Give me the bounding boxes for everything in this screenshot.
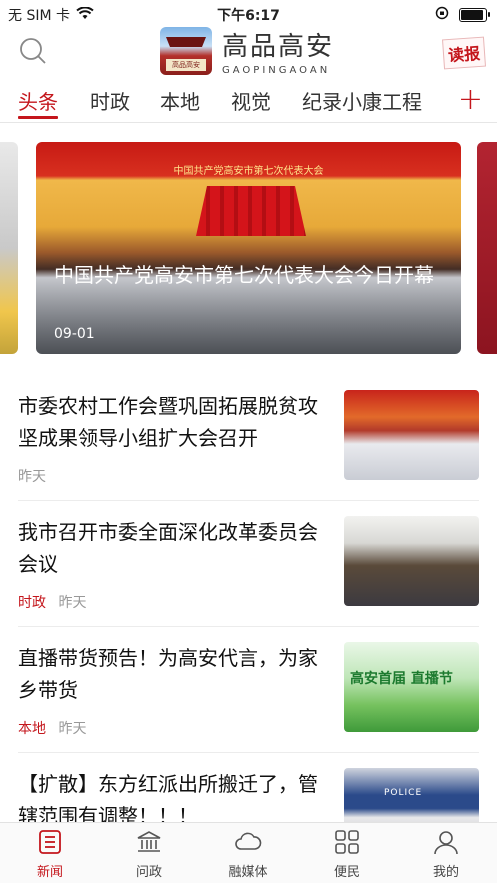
tabbar-mine[interactable]: 我的 <box>406 829 486 880</box>
tab-record-xiaokang[interactable]: 纪录小康工程 <box>302 86 422 115</box>
logo-plaque: 高品高安 <box>166 59 206 71</box>
tabbar-label: 新闻 <box>36 865 63 880</box>
app-title: 高品高安 <box>222 32 335 62</box>
news-meta: 昨天 <box>18 466 46 486</box>
news-item[interactable]: 我市召开市委全面深化改革委员会会议 时政 昨天 <box>18 500 479 627</box>
news-icon <box>37 830 63 859</box>
news-title: 直播带货预告！为高安代言，为家乡带货 <box>18 646 318 702</box>
tab-visual[interactable]: 视觉 <box>231 86 271 115</box>
news-thumbnail <box>344 390 479 480</box>
carousel-banner-text: 中国共产党高安市第七次代表大会 <box>173 166 324 177</box>
carousel-main-card[interactable]: 中国共产党高安市第七次代表大会 中国共产党高安市第七次代表大会今日开幕 09-0… <box>36 142 461 354</box>
news-thumbnail <box>344 516 479 606</box>
active-tab-indicator <box>18 116 58 119</box>
news-title: 市委农村工作会暨巩固拓展脱贫攻坚成果领导小组扩大会召开 <box>18 394 318 450</box>
cloud-icon <box>234 832 262 859</box>
add-tab-icon[interactable]: + <box>458 82 483 117</box>
news-item[interactable]: 市委农村工作会暨巩固拓展脱贫攻坚成果领导小组扩大会召开 昨天 <box>18 374 479 501</box>
red-flags-image <box>196 186 306 236</box>
tabbar-inquiry[interactable]: 问政 <box>109 829 189 880</box>
news-meta: 本地 昨天 <box>18 718 86 738</box>
app-header: 高品高安 高品高安 GAOPINGAOAN 读报 <box>0 24 497 76</box>
tabbar-label: 便民 <box>333 865 360 880</box>
status-bar: 无 SIM 卡 下午6:17 <box>0 0 497 26</box>
tabbar-convenience[interactable]: 便民 <box>307 829 387 880</box>
tabbar-media[interactable]: 融媒体 <box>208 829 288 880</box>
battery-icon <box>459 8 490 22</box>
news-category: 本地 <box>18 721 46 737</box>
government-building-icon <box>136 831 162 859</box>
bottom-tab-bar: 新闻 问政 融媒体 便民 我的 <box>0 822 497 883</box>
category-tabs: 头条 时政 本地 视觉 纪录小康工程 + <box>0 80 497 123</box>
tabbar-label: 融媒体 <box>228 865 268 880</box>
search-icon[interactable] <box>18 36 48 70</box>
news-category: 时政 <box>18 595 46 611</box>
news-time: 昨天 <box>18 469 46 485</box>
app-subtitle: GAOPINGAOAN <box>222 65 331 76</box>
user-icon <box>433 831 459 859</box>
carousel-prev-card[interactable] <box>0 142 18 354</box>
news-item[interactable]: 直播带货预告！为高安代言，为家乡带货 本地 昨天 高安首届 直播节 <box>18 626 479 753</box>
news-title: 我市召开市委全面深化改革委员会会议 <box>18 520 318 576</box>
tab-local[interactable]: 本地 <box>160 86 200 115</box>
thumbnail-text: POLICE <box>384 788 423 798</box>
headline-carousel[interactable]: 中国共产党高安市第七次代表大会 中国共产党高安市第七次代表大会今日开幕 09-0… <box>0 142 497 356</box>
orientation-lock-icon <box>435 6 449 24</box>
tab-politics[interactable]: 时政 <box>90 86 130 115</box>
news-time: 昨天 <box>58 595 87 611</box>
carousel-title: 中国共产党高安市第七次代表大会今日开幕 <box>54 263 434 287</box>
grid-icon <box>334 830 360 859</box>
clock: 下午6:17 <box>217 8 280 24</box>
carousel-date: 09-01 <box>54 326 95 342</box>
tabbar-news[interactable]: 新闻 <box>10 829 90 880</box>
news-time: 昨天 <box>58 721 87 737</box>
read-paper-button[interactable]: 读报 <box>441 36 486 70</box>
tabbar-label: 我的 <box>432 865 459 880</box>
thumbnail-text: 高安首届 直播节 <box>350 671 453 687</box>
logo-image: 高品高安 <box>160 27 212 75</box>
news-thumbnail: 高安首届 直播节 <box>344 642 479 732</box>
news-meta: 时政 昨天 <box>18 592 86 612</box>
carousel-next-card[interactable] <box>477 142 497 354</box>
app-logo: 高品高安 高品高安 GAOPINGAOAN <box>160 26 334 76</box>
tabbar-label: 问政 <box>135 865 162 880</box>
tab-headlines[interactable]: 头条 <box>18 86 58 115</box>
